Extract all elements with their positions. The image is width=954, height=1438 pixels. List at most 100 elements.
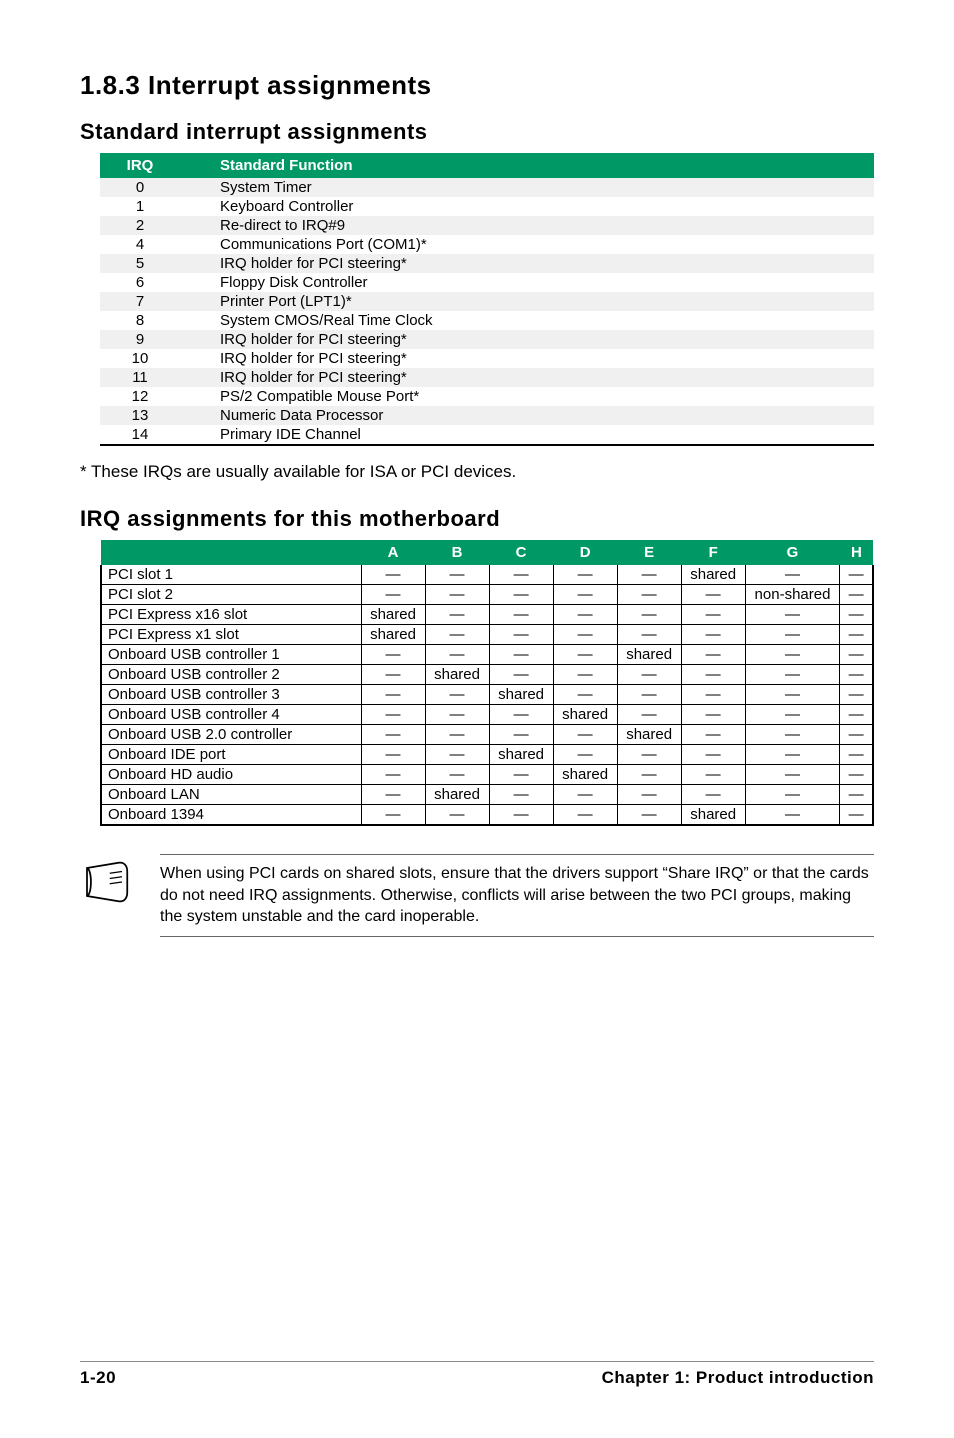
irq-table-cell: — (840, 685, 873, 705)
irq-table-cell: — (553, 745, 617, 765)
irq-table-cell: PCI slot 2 (101, 585, 361, 605)
irq-table-cell: — (681, 585, 745, 605)
irq-table-cell: non-shared (745, 585, 840, 605)
irq-table-cell: — (425, 585, 489, 605)
irq-table-cell: shared (681, 805, 745, 826)
irq-table-cell: — (425, 705, 489, 725)
irq-table-cell: — (553, 785, 617, 805)
std-table-cell: IRQ holder for PCI steering* (180, 254, 874, 273)
irq-table-cell: — (840, 805, 873, 826)
table-row: PCI Express x16 slotshared——————— (101, 605, 873, 625)
irq-table-cell: — (553, 645, 617, 665)
irq-table-cell: — (425, 745, 489, 765)
irq-table-cell: Onboard USB controller 4 (101, 705, 361, 725)
irq-table-cell: — (425, 805, 489, 826)
std-table-cell: IRQ holder for PCI steering* (180, 349, 874, 368)
irq-table-cell: — (489, 585, 553, 605)
irq-table-header: H (840, 540, 873, 565)
irq-table-cell: — (617, 625, 681, 645)
irq-table-cell: — (840, 605, 873, 625)
irq-table-cell: — (745, 625, 840, 645)
std-table-cell: 6 (100, 273, 180, 292)
table-row: Onboard USB controller 4———shared———— (101, 705, 873, 725)
irq-table-cell: shared (553, 705, 617, 725)
irq-table-cell: — (489, 665, 553, 685)
irq-table-cell: — (745, 785, 840, 805)
irq-table-cell: — (681, 765, 745, 785)
note-box: When using PCI cards on shared slots, en… (80, 854, 874, 937)
irq-table-cell: shared (553, 765, 617, 785)
std-table-cell: 0 (100, 178, 180, 197)
irq-table-cell: — (840, 665, 873, 685)
table-row: PCI Express x1 slotshared——————— (101, 625, 873, 645)
irq-table-cell: — (617, 765, 681, 785)
sub-heading-motherboard: IRQ assignments for this motherboard (80, 506, 874, 532)
irq-table-header: D (553, 540, 617, 565)
irq-table-cell: — (745, 705, 840, 725)
irq-table-cell: — (361, 565, 425, 585)
table-row: PCI slot 2——————non-shared— (101, 585, 873, 605)
table-row: 4Communications Port (COM1)* (100, 235, 874, 254)
irq-table-cell: — (489, 565, 553, 585)
irq-table-cell: — (489, 625, 553, 645)
std-table-header: IRQ (100, 153, 180, 178)
irq-table-cell: — (745, 665, 840, 685)
std-table-cell: System Timer (180, 178, 874, 197)
irq-table-cell: — (425, 565, 489, 585)
irq-table-cell: shared (617, 725, 681, 745)
irq-table-cell: — (489, 765, 553, 785)
irq-table-cell: — (553, 665, 617, 685)
irq-table-cell: PCI slot 1 (101, 565, 361, 585)
irq-table-cell: — (840, 765, 873, 785)
irq-table-cell: — (617, 665, 681, 685)
irq-table-cell: — (361, 685, 425, 705)
irq-table-cell: — (681, 685, 745, 705)
irq-table-cell: Onboard 1394 (101, 805, 361, 826)
irq-table-cell: shared (489, 745, 553, 765)
irq-table-cell: — (840, 725, 873, 745)
irq-table-cell: — (425, 685, 489, 705)
irq-table-cell: — (361, 665, 425, 685)
irq-table-cell: — (361, 745, 425, 765)
irq-table-cell: — (681, 785, 745, 805)
irq-table-header: A (361, 540, 425, 565)
table-row: Onboard 1394—————shared—— (101, 805, 873, 826)
irq-table-header: G (745, 540, 840, 565)
irq-table-cell: shared (617, 645, 681, 665)
irq-table-cell: Onboard IDE port (101, 745, 361, 765)
irq-table-cell: — (681, 665, 745, 685)
irq-table-cell: — (681, 705, 745, 725)
table-row: Onboard IDE port——shared————— (101, 745, 873, 765)
irq-table-cell: — (617, 605, 681, 625)
irq-table-cell: — (489, 805, 553, 826)
table-row: Onboard USB controller 2—shared—————— (101, 665, 873, 685)
irq-table-cell: — (840, 565, 873, 585)
std-table-cell: Keyboard Controller (180, 197, 874, 216)
table-row: 8System CMOS/Real Time Clock (100, 311, 874, 330)
irq-table-cell: — (681, 625, 745, 645)
irq-table-cell: — (617, 745, 681, 765)
irq-table-cell: shared (425, 785, 489, 805)
irq-table-cell: — (361, 765, 425, 785)
irq-table-cell: — (745, 565, 840, 585)
table-row: 14Primary IDE Channel (100, 425, 874, 445)
std-table-cell: IRQ holder for PCI steering* (180, 368, 874, 387)
irq-table-cell: — (745, 685, 840, 705)
irq-table-cell: — (361, 585, 425, 605)
irq-table-cell: Onboard USB controller 1 (101, 645, 361, 665)
irq-table-cell: — (361, 725, 425, 745)
table-row: 10IRQ holder for PCI steering* (100, 349, 874, 368)
irq-table-cell: PCI Express x16 slot (101, 605, 361, 625)
irq-table-cell: Onboard USB 2.0 controller (101, 725, 361, 745)
irq-table-cell: — (617, 785, 681, 805)
irq-table-cell: — (489, 785, 553, 805)
irq-table-cell: PCI Express x1 slot (101, 625, 361, 645)
footer-page-number: 1-20 (80, 1368, 116, 1388)
irq-table-cell: — (681, 605, 745, 625)
std-table-cell: Floppy Disk Controller (180, 273, 874, 292)
irq-table-cell: — (840, 645, 873, 665)
irq-table-header (101, 540, 361, 565)
irq-table-cell: Onboard USB controller 3 (101, 685, 361, 705)
irq-table-cell: — (745, 645, 840, 665)
irq-table-header: B (425, 540, 489, 565)
